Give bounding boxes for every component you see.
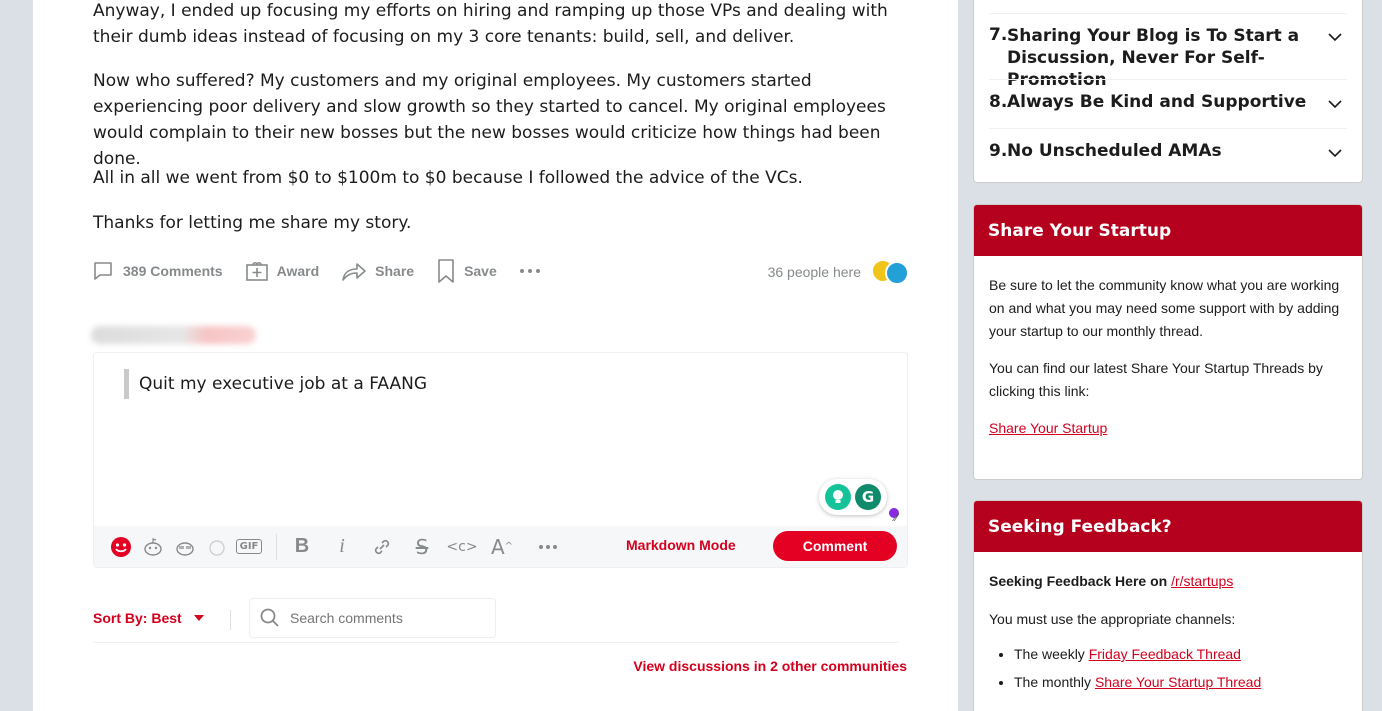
sort-label: Sort By: Best	[93, 610, 182, 626]
chevron-down-icon[interactable]	[1327, 99, 1343, 109]
card-title: Seeking Feedback?	[974, 501, 1362, 552]
chevron-down-icon[interactable]	[1327, 148, 1343, 158]
rule-title: No Unscheduled AMAs	[1007, 141, 1222, 161]
search-comments-input[interactable]	[290, 610, 480, 626]
rule-title: Always Be Kind and Supportive	[1007, 92, 1307, 112]
rule-number: 7.	[989, 25, 1008, 45]
channels-list: The weekly Friday Feedback Thread The mo…	[989, 643, 1347, 694]
card-text: You must use the appropriate channels:	[989, 611, 1236, 627]
rule-title-line: Sharing Your Blog is To Start a	[1007, 26, 1300, 46]
caret-down-icon	[193, 615, 204, 621]
share-startup-card: Share Your Startup Be sure to let the co…	[973, 204, 1363, 480]
divider	[93, 642, 898, 643]
strikethrough-icon[interactable]: S	[407, 532, 437, 562]
toolbar-divider	[276, 533, 277, 560]
rule-item[interactable]: 8. Always Be Kind and Supportive	[989, 79, 1347, 128]
view-discussions-link[interactable]: View discussions in 2 other communities	[633, 658, 907, 674]
rule-item[interactable]: 9. No Unscheduled AMAs	[989, 128, 1347, 177]
more-dots-icon	[519, 269, 540, 273]
card-text: Be sure to let the community know what y…	[989, 277, 1340, 339]
gif-button[interactable]: GIF	[234, 532, 264, 562]
comments-button[interactable]: 389 Comments	[91, 259, 223, 283]
card-body: Be sure to let the community know what y…	[974, 256, 1362, 440]
emoji-icon[interactable]	[106, 532, 136, 562]
save-button[interactable]: Save	[436, 258, 497, 284]
seeking-feedback-card: Seeking Feedback? Seeking Feedback Here …	[973, 500, 1363, 711]
sort-dropdown[interactable]: Sort By: Best	[93, 610, 204, 626]
post-paragraph: All in all we went from $0 to $100m to $…	[93, 168, 803, 188]
chevron-down-icon[interactable]	[1327, 32, 1343, 42]
save-label: Save	[464, 263, 497, 279]
post-actions-bar: 389 Comments Award Share Save 36 people …	[91, 255, 911, 287]
list-item: The weekly Friday Feedback Thread	[1014, 643, 1347, 666]
resize-handle-icon[interactable]: ⁄⁄	[894, 513, 897, 524]
people-here-text: 36 people here	[767, 264, 861, 280]
comment-submit-button[interactable]: Comment	[773, 531, 897, 561]
friday-feedback-link[interactable]: Friday Feedback Thread	[1089, 646, 1241, 662]
list-item: The monthly Share Your Startup Thread	[1014, 671, 1347, 694]
snoo-emoji-icon[interactable]	[138, 532, 168, 562]
search-icon	[260, 608, 279, 627]
gif-label: GIF	[235, 539, 263, 554]
grammarly-widget[interactable]: G	[819, 479, 887, 515]
blurred-username	[91, 326, 256, 344]
list-item-text: The monthly	[1014, 674, 1092, 690]
rule-number: 9.	[989, 141, 1008, 161]
card-body: Seeking Feedback Here on /r/startups You…	[974, 552, 1362, 694]
share-startup-thread-link[interactable]: Share Your Startup Thread	[1095, 674, 1261, 690]
comments-count: 389 Comments	[123, 263, 223, 279]
share-icon	[342, 263, 366, 281]
lightbulb-icon[interactable]	[825, 484, 851, 510]
grammarly-icon[interactable]: G	[855, 484, 881, 510]
card-heading-text: Seeking Feedback Here on	[989, 573, 1168, 589]
markdown-mode-toggle[interactable]: Markdown Mode	[626, 537, 736, 553]
snoo-glasses-emoji-icon[interactable]	[170, 532, 200, 562]
share-label: Share	[375, 263, 415, 279]
award-label: Award	[276, 263, 320, 279]
superscript-icon[interactable]: A ^	[487, 532, 517, 562]
people-here-indicator: 36 people here	[768, 257, 911, 287]
rule-number: 8.	[989, 92, 1008, 112]
share-button[interactable]: Share	[341, 259, 414, 283]
rule-item[interactable]: 7. Sharing Your Blog is To Start a Discu…	[989, 13, 1347, 90]
bookmark-icon	[438, 259, 454, 283]
award-button[interactable]: Award	[245, 259, 320, 283]
divider	[230, 610, 231, 630]
rule-title: Sharing Your Blog is To Start a Discussi…	[1007, 25, 1347, 90]
post-paragraph: Thanks for letting me share my story.	[93, 213, 412, 233]
award-icon	[245, 261, 268, 281]
list-item-text: The weekly	[1014, 646, 1085, 662]
share-startup-link[interactable]: Share Your Startup	[989, 420, 1107, 436]
rules-card: 7. Sharing Your Blog is To Start a Discu…	[973, 0, 1363, 183]
comment-search-box[interactable]	[249, 598, 496, 638]
card-heading: Seeking Feedback Here on /r/startups	[989, 570, 1347, 593]
faded-emoji-icon[interactable]	[202, 532, 232, 562]
comment-bubble-icon	[94, 262, 112, 280]
comment-quote[interactable]: Quit my executive job at a FAANG	[124, 369, 427, 399]
bold-icon[interactable]: B	[287, 532, 317, 562]
more-formatting-icon[interactable]	[533, 532, 563, 562]
post-paragraph: Now who suffered? My customers and my or…	[93, 71, 886, 169]
post-paragraph: Anyway, I ended up focusing my efforts o…	[93, 1, 888, 47]
more-options-button[interactable]	[519, 268, 549, 274]
post-main-column: Anyway, I ended up focusing my efforts o…	[33, 0, 958, 711]
subreddit-link[interactable]: /r/startups	[1171, 573, 1233, 589]
italic-icon[interactable]: i	[327, 532, 357, 562]
link-icon[interactable]	[367, 532, 397, 562]
card-text: You can find our latest Share Your Start…	[989, 360, 1323, 399]
avatar	[885, 261, 909, 285]
card-title: Share Your Startup	[974, 205, 1362, 256]
editor-toolbar: GIF B i S <c> A ^ Markdown Mode Comment	[94, 526, 907, 567]
online-avatars	[867, 257, 911, 287]
inline-code-icon[interactable]: <c>	[446, 532, 477, 562]
comment-editor[interactable]: Quit my executive job at a FAANG G ⁄⁄ GI…	[93, 352, 908, 568]
